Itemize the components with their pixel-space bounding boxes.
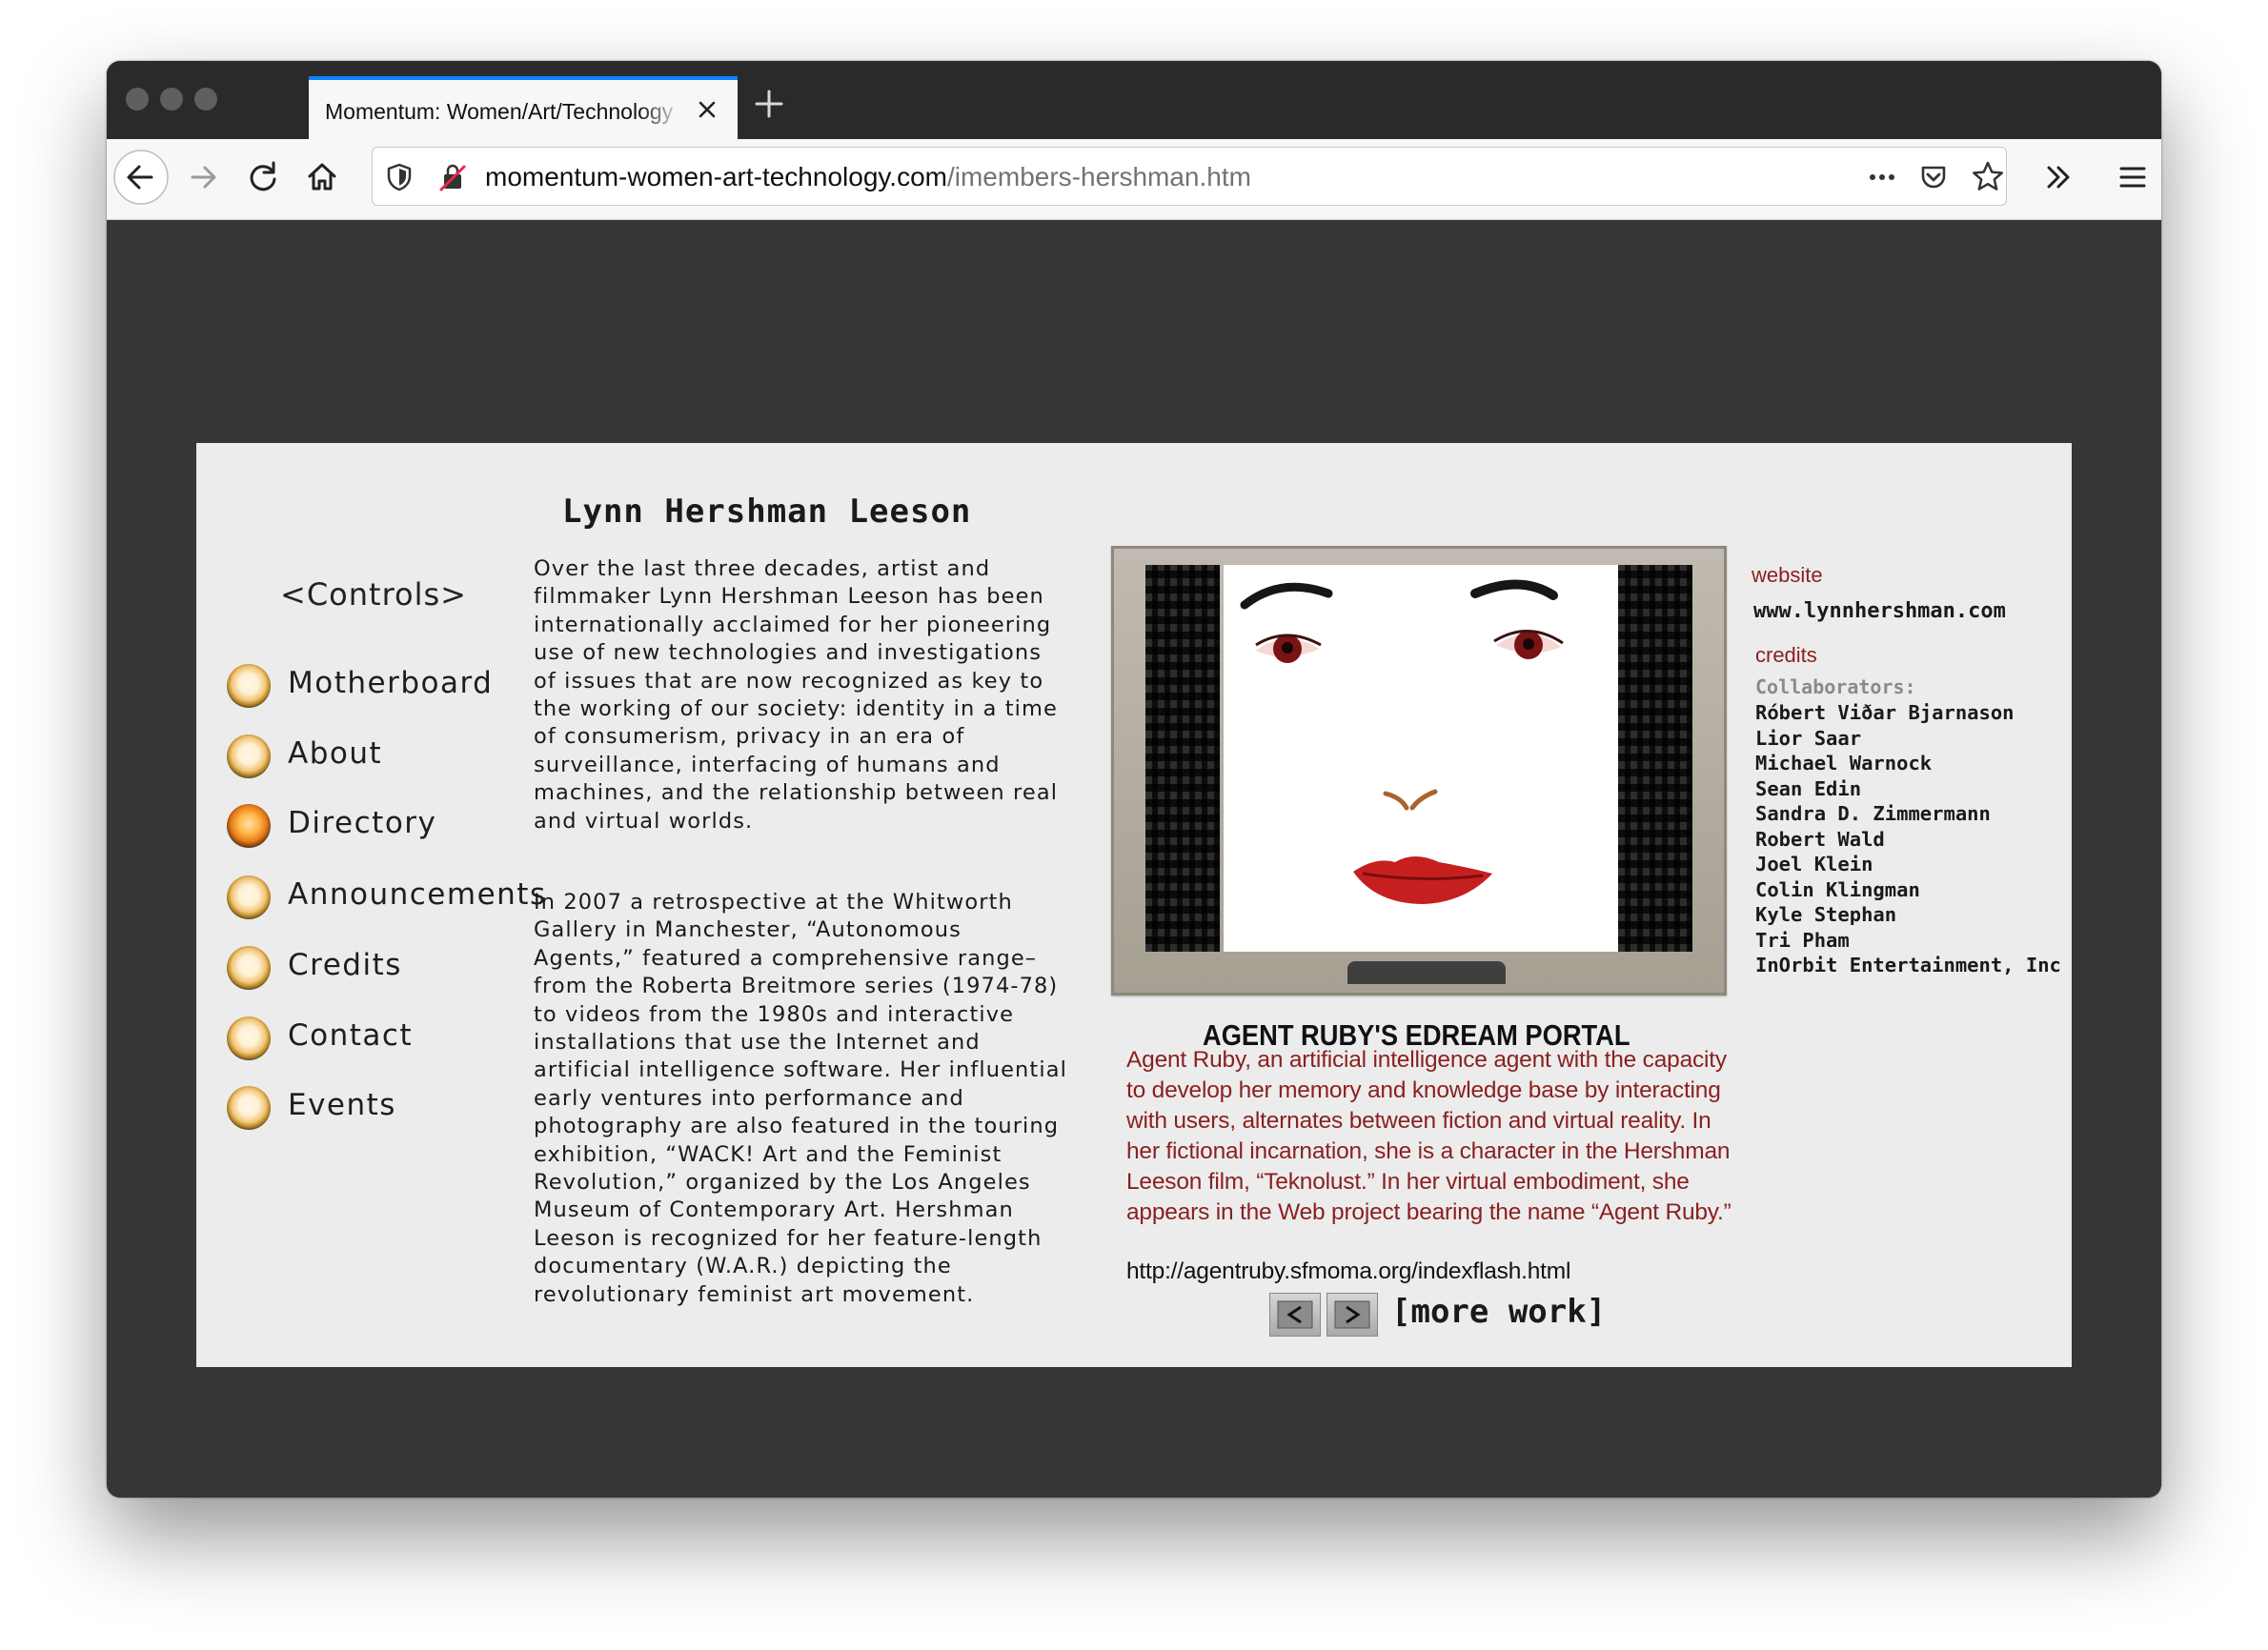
- navigation-toolbar: momentum-women-art-technology.com/imembe…: [107, 139, 2161, 220]
- nav-bullet-icon: [227, 875, 271, 919]
- minimize-window-button[interactable]: [160, 88, 183, 111]
- work-description: Agent Ruby, an artificial intelligence a…: [1126, 1047, 1731, 1225]
- address-bar[interactable]: momentum-women-art-technology.com/imembe…: [372, 147, 2007, 206]
- zoom-window-button[interactable]: [194, 88, 217, 111]
- nav-bullet-icon: [227, 1086, 271, 1130]
- nav-bullet-icon: [227, 1016, 271, 1060]
- nav-item-about[interactable]: About: [227, 729, 522, 782]
- collaborator-name: Joel Klein: [1755, 853, 1873, 875]
- nav-bullet-active-icon: [227, 804, 271, 848]
- collaborators-list: Róbert Viðar Bjarnason Lior Saar Michael…: [1755, 700, 2061, 978]
- website-link[interactable]: www.lynnhershman.com: [1753, 599, 2006, 623]
- new-tab-icon[interactable]: [751, 86, 787, 122]
- nav-bullet-icon: [227, 734, 271, 778]
- url-domain: momentum-women-art-technology.com: [485, 162, 947, 191]
- hamburger-menu-icon[interactable]: [2104, 149, 2161, 206]
- chevrons-right-icon[interactable]: [2030, 149, 2087, 206]
- ellipsis-icon[interactable]: [1865, 160, 1899, 194]
- tile-strip-right: [1618, 565, 1692, 952]
- collaborators-heading: Collaborators:: [1755, 675, 1916, 698]
- bio-paragraph-1: Over the last three decades, artist and …: [534, 556, 1059, 834]
- bio-paragraph-2: In 2007 a retrospective at the Whitworth…: [534, 890, 1067, 1307]
- website-label: website: [1752, 563, 1823, 587]
- nav-item-events[interactable]: Events: [227, 1080, 522, 1134]
- credits-label: credits: [1755, 643, 1817, 667]
- nav-item-label: Contact: [288, 1018, 414, 1053]
- work-link[interactable]: http://agentruby.sfmoma.org/indexflash.h…: [1126, 1258, 1570, 1285]
- collaborator-name: Sandra D. Zimmermann: [1755, 802, 1991, 825]
- nav-item-directory[interactable]: Directory: [227, 798, 522, 852]
- forward-icon[interactable]: [175, 149, 233, 206]
- home-icon[interactable]: [294, 149, 351, 206]
- close-window-button[interactable]: [126, 88, 149, 111]
- artwork-image[interactable]: [1111, 546, 1727, 996]
- controls-title: <Controls>: [280, 576, 467, 613]
- star-icon[interactable]: [1970, 159, 2006, 195]
- prev-arrow-icon: [1277, 1300, 1313, 1329]
- tile-strip-left: [1145, 565, 1220, 952]
- url-text[interactable]: momentum-women-art-technology.com/imembe…: [485, 161, 1251, 193]
- nav-bullet-icon: [227, 664, 271, 708]
- frame-slot: [1347, 961, 1506, 984]
- page-viewport: <Controls> Motherboard About Directory A…: [107, 220, 2161, 1498]
- nav-item-label: Events: [288, 1088, 396, 1122]
- nav-item-announcements[interactable]: Announcements: [227, 870, 545, 923]
- nav-item-label: Motherboard: [288, 666, 494, 700]
- collaborator-name: Lior Saar: [1755, 726, 1862, 750]
- tab-close-icon[interactable]: [691, 93, 723, 126]
- tab-title: Momentum: Women/Art/Technology: [325, 99, 674, 124]
- collaborator-name: Michael Warnock: [1755, 752, 1933, 775]
- collaborator-name: InOrbit Entertainment, Inc: [1755, 954, 2061, 976]
- content-panel: <Controls> Motherboard About Directory A…: [196, 443, 2072, 1367]
- collaborator-name: Sean Edin: [1755, 776, 1862, 800]
- next-arrow-icon: [1334, 1300, 1370, 1329]
- browser-window: Momentum: Women/Art/Technology momentum-…: [107, 61, 2161, 1498]
- insecure-lock-icon[interactable]: [435, 160, 470, 194]
- artist-name: Lynn Hershman Leeson: [562, 493, 972, 531]
- nav-item-label: Directory: [288, 806, 437, 840]
- nav-item-label: Announcements: [288, 877, 547, 912]
- nav-item-credits[interactable]: Credits: [227, 940, 522, 994]
- pocket-icon[interactable]: [1916, 160, 1951, 194]
- nav-bullet-icon: [227, 946, 271, 990]
- nav-item-contact[interactable]: Contact: [227, 1011, 522, 1064]
- agent-ruby-face-image: [1224, 565, 1624, 952]
- prev-work-button[interactable]: [1269, 1293, 1321, 1337]
- nav-item-label: Credits: [288, 948, 402, 982]
- next-work-button[interactable]: [1326, 1293, 1378, 1337]
- nav-item-label: About: [288, 736, 383, 771]
- reload-icon[interactable]: [234, 149, 292, 206]
- more-work-link[interactable]: [more work]: [1391, 1293, 1606, 1331]
- collaborator-name: Róbert Viðar Bjarnason: [1755, 701, 2015, 724]
- nav-item-motherboard[interactable]: Motherboard: [227, 658, 522, 712]
- tab-active[interactable]: Momentum: Women/Art/Technology: [309, 76, 738, 139]
- tracking-protection-icon[interactable]: [382, 160, 416, 194]
- url-path: /imembers-hershman.htm: [946, 162, 1251, 191]
- collaborator-name: Colin Klingman: [1755, 877, 1920, 901]
- collaborator-name: Kyle Stephan: [1755, 903, 1897, 926]
- collaborator-name: Tri Pham: [1755, 928, 1850, 952]
- collaborator-name: Robert Wald: [1755, 827, 1885, 851]
- tab-bar: Momentum: Women/Art/Technology: [107, 61, 2161, 139]
- back-icon[interactable]: [112, 149, 170, 206]
